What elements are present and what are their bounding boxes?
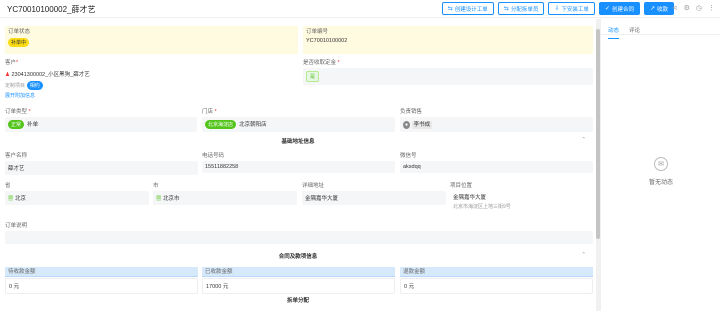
province-field: 省 ▦ 北京	[5, 182, 149, 205]
expand-info-link[interactable]: 展开附加信息	[5, 92, 298, 99]
create-design-order-button[interactable]: ⇆ 创建设计工单	[441, 2, 494, 15]
share-icon[interactable]: ⋖	[672, 4, 678, 12]
section-split-assignment[interactable]: 拆单分配	[0, 296, 596, 306]
section-basic-address[interactable]: 基础地址信息 ⌃	[0, 137, 596, 147]
pending-amount-field: 待收款金额 0 元	[5, 267, 198, 294]
clock-icon[interactable]: ◷	[696, 4, 702, 12]
page-title: YC70010100002_薛才艺	[7, 5, 96, 14]
activity-panel: 动态 评论 ✉ 暂无动态	[600, 19, 720, 311]
deposit-field: 是否收取定金 * 是	[303, 59, 593, 85]
avatar: ●	[403, 121, 411, 129]
sales-field: 负责销售 ● 李书成	[400, 108, 593, 132]
store-tag: 北京海淀店	[205, 120, 237, 129]
project-location-field: 项目位置 金隅嘉华大厦 北京市海淀区上地三街9号	[450, 183, 511, 210]
customer-field: 客户* ♟ 23041300002_小区黑狗_薛才艺 定制项目 相约 展开附加信…	[5, 59, 298, 99]
received-amount-field: 已收款金额 17000 元	[202, 267, 395, 294]
refund-amount-field: 退款金额 0 元	[400, 267, 593, 294]
store-field: 门店 * 北京海淀店 北京朝阳店	[202, 108, 395, 132]
tab-activity[interactable]: 动态	[608, 26, 620, 39]
download-icon: ⇩	[554, 6, 560, 12]
location-icon: ▦	[8, 196, 14, 202]
transfer-icon: ⇆	[447, 6, 453, 12]
customer-tag: 相约	[26, 81, 43, 90]
action-buttons: ⇆ 创建设计工单 ⇆ 分配拆单员 ⇩ 下安装工单 ✓ 创建合同 ↗ 收款	[441, 2, 674, 15]
chevron-up-icon: ⌃	[581, 252, 586, 258]
header-bar: YC70010100002_薛才艺 ⇆ 创建设计工单 ⇆ 分配拆单员 ⇩ 下安装工单 …	[0, 0, 720, 18]
order-status-field: 订单状态 补单中	[5, 26, 298, 54]
more-icon[interactable]: ⋮	[708, 4, 715, 12]
user-icon: ♟	[5, 72, 10, 78]
header-icons: ⋖ ⚙ ◷ ⋮	[672, 4, 715, 12]
transfer-icon: ⇆	[503, 6, 509, 12]
status-badge: 补单中	[8, 38, 30, 47]
order-type-tag: 正常	[8, 120, 25, 129]
main-content: 订单状态 补单中 订单编号 YC70010100002 客户* ♟ 230413…	[0, 19, 596, 311]
phone-field: 电话号码 15511882258	[202, 152, 395, 173]
message-icon: ✉	[654, 157, 668, 171]
tab-comments[interactable]: 评论	[629, 26, 640, 34]
location-icon: ▦	[156, 196, 162, 202]
check-icon: ✓	[604, 6, 610, 12]
empty-state: ✉ 暂无动态	[601, 157, 720, 186]
city-field: 市 ▦ 北京市	[153, 182, 297, 205]
deposit-badge: 是	[306, 71, 320, 82]
customer-name-field: 客户名称 薛才艺	[5, 152, 198, 175]
order-note-field: 订单说明	[5, 222, 593, 244]
trend-icon: ↗	[649, 6, 655, 12]
order-no-field: 订单编号 YC70010100002	[303, 26, 593, 54]
section-contract-payment[interactable]: 合同及款项信息 ⌃	[0, 252, 596, 262]
collect-payment-button[interactable]: ↗ 收款	[643, 2, 674, 15]
order-type-field: 订单类型 * 正常 补单	[5, 108, 197, 132]
address-field: 详细地址 金隅嘉华大厦	[302, 182, 446, 205]
create-contract-button[interactable]: ✓ 创建合同	[598, 2, 640, 15]
chevron-up-icon: ⌃	[581, 137, 586, 143]
create-install-order-button[interactable]: ⇩ 下安装工单	[548, 2, 595, 15]
gear-icon[interactable]: ⚙	[684, 4, 690, 12]
assign-splitter-button[interactable]: ⇆ 分配拆单员	[497, 2, 545, 15]
wechat-field: 微信号 aksdqq	[400, 152, 593, 173]
